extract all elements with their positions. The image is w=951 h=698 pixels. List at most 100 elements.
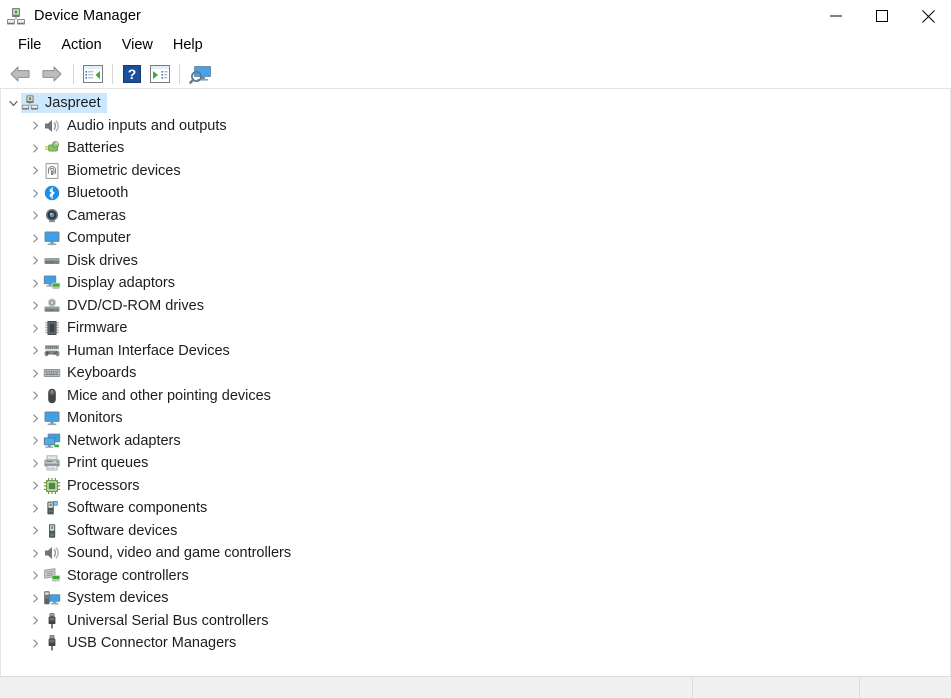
tree-row-label: Universal Serial Bus controllers bbox=[67, 612, 269, 629]
forward-arrow-icon[interactable] bbox=[36, 61, 68, 87]
storage-controller-icon bbox=[43, 567, 61, 585]
tree-row[interactable]: Audio inputs and outputs bbox=[1, 115, 950, 138]
menu-item-file[interactable]: File bbox=[8, 34, 51, 57]
tree-row[interactable]: Software devices bbox=[1, 520, 950, 543]
chevron-right-icon[interactable] bbox=[27, 385, 43, 407]
menu-item-help[interactable]: Help bbox=[163, 34, 213, 57]
device-manager-window: Device Manager File Action View Help ? J… bbox=[0, 0, 951, 698]
menu-item-action[interactable]: Action bbox=[51, 34, 111, 57]
chevron-right-icon[interactable] bbox=[27, 475, 43, 497]
tree-row-body[interactable]: Monitors bbox=[43, 408, 129, 428]
properties-icon[interactable] bbox=[146, 61, 174, 87]
chevron-right-icon[interactable] bbox=[27, 362, 43, 384]
tree-row[interactable]: Network adapters bbox=[1, 430, 950, 453]
tree-row-body[interactable]: Storage controllers bbox=[43, 566, 195, 586]
tree-row[interactable]: Software components bbox=[1, 497, 950, 520]
back-arrow-icon[interactable] bbox=[4, 61, 36, 87]
tree-row[interactable]: Batteries bbox=[1, 137, 950, 160]
menu-item-view[interactable]: View bbox=[112, 34, 163, 57]
chevron-right-icon[interactable] bbox=[27, 205, 43, 227]
tree-row[interactable]: Mice and other pointing devices bbox=[1, 385, 950, 408]
tree-root-body[interactable]: Jaspreet bbox=[21, 93, 107, 114]
tree-row[interactable]: Bluetooth bbox=[1, 182, 950, 205]
chevron-right-icon[interactable] bbox=[27, 632, 43, 654]
tree-row[interactable]: Display adaptors bbox=[1, 272, 950, 295]
chevron-right-icon[interactable] bbox=[27, 182, 43, 204]
tree-row-body[interactable]: Disk drives bbox=[43, 251, 144, 271]
chevron-right-icon[interactable] bbox=[27, 407, 43, 429]
tree-row[interactable]: Monitors bbox=[1, 407, 950, 430]
minimize-icon[interactable] bbox=[813, 0, 859, 32]
tree-row-body[interactable]: USB Connector Managers bbox=[43, 633, 242, 653]
tree-row[interactable]: Keyboards bbox=[1, 362, 950, 385]
tree-row[interactable]: Storage controllers bbox=[1, 565, 950, 588]
tree-row-body[interactable]: Biometric devices bbox=[43, 161, 187, 181]
chevron-right-icon[interactable] bbox=[27, 520, 43, 542]
tree-row[interactable]: Computer bbox=[1, 227, 950, 250]
tree-row[interactable]: Human Interface Devices bbox=[1, 340, 950, 363]
tree-row-body[interactable]: Firmware bbox=[43, 318, 133, 338]
tree-row-body[interactable]: Human Interface Devices bbox=[43, 341, 236, 361]
tree-row-body[interactable]: Computer bbox=[43, 228, 137, 248]
tree-row-body[interactable]: Keyboards bbox=[43, 363, 142, 383]
window-controls bbox=[813, 0, 951, 32]
chevron-right-icon[interactable] bbox=[27, 295, 43, 317]
tree-row-body[interactable]: Universal Serial Bus controllers bbox=[43, 611, 274, 631]
help-icon[interactable]: ? bbox=[118, 61, 146, 87]
tree-row-label: Keyboards bbox=[67, 365, 137, 382]
tree-row[interactable]: Processors bbox=[1, 475, 950, 498]
tree-children: Audio inputs and outputs Batteries Biometr… bbox=[1, 115, 950, 655]
printer-icon bbox=[43, 454, 61, 472]
tree-row-body[interactable]: Network adapters bbox=[43, 431, 187, 451]
tree-row-root[interactable]: Jaspreet bbox=[1, 92, 950, 115]
chevron-right-icon[interactable] bbox=[27, 272, 43, 294]
computer-root-icon bbox=[21, 94, 39, 112]
tree-row-body[interactable]: Batteries bbox=[43, 138, 130, 158]
chevron-right-icon[interactable] bbox=[27, 497, 43, 519]
chevron-right-icon[interactable] bbox=[27, 137, 43, 159]
tree-row[interactable]: USB Connector Managers bbox=[1, 632, 950, 655]
maximize-icon[interactable] bbox=[859, 0, 905, 32]
tree-row-body[interactable]: Print queues bbox=[43, 453, 154, 473]
tree-row-body[interactable]: Bluetooth bbox=[43, 183, 134, 203]
tree-row-label: Software devices bbox=[67, 522, 178, 539]
tree-row[interactable]: Firmware bbox=[1, 317, 950, 340]
chevron-right-icon[interactable] bbox=[27, 250, 43, 272]
tree-row-body[interactable]: Sound, video and game controllers bbox=[43, 543, 297, 563]
tree-row[interactable]: Sound, video and game controllers bbox=[1, 542, 950, 565]
chevron-right-icon[interactable] bbox=[27, 452, 43, 474]
tree-row-body[interactable]: Cameras bbox=[43, 206, 132, 226]
tree-row-body[interactable]: Mice and other pointing devices bbox=[43, 386, 277, 406]
tree-row-body[interactable]: Processors bbox=[43, 476, 146, 496]
tree-row[interactable]: DVD/CD-ROM drives bbox=[1, 295, 950, 318]
tree-row[interactable]: Universal Serial Bus controllers bbox=[1, 610, 950, 633]
show-hide-console-tree-icon[interactable] bbox=[79, 61, 107, 87]
chevron-right-icon[interactable] bbox=[27, 587, 43, 609]
chevron-right-icon[interactable] bbox=[27, 610, 43, 632]
tree-row-body[interactable]: Audio inputs and outputs bbox=[43, 116, 233, 136]
tree-row[interactable]: Biometric devices bbox=[1, 160, 950, 183]
scan-for-hardware-changes-icon[interactable] bbox=[185, 61, 217, 87]
tree-row-body[interactable]: System devices bbox=[43, 588, 175, 608]
tree-row-label: Audio inputs and outputs bbox=[67, 117, 227, 134]
tree-row-body[interactable]: Software components bbox=[43, 498, 213, 518]
chevron-right-icon[interactable] bbox=[27, 227, 43, 249]
fingerprint-icon bbox=[43, 162, 61, 180]
tree-row[interactable]: Print queues bbox=[1, 452, 950, 475]
chevron-right-icon[interactable] bbox=[27, 160, 43, 182]
tree-row-body[interactable]: DVD/CD-ROM drives bbox=[43, 296, 210, 316]
tree-row-body[interactable]: Software devices bbox=[43, 521, 183, 541]
tree-row[interactable]: Disk drives bbox=[1, 250, 950, 273]
chevron-right-icon[interactable] bbox=[27, 317, 43, 339]
chevron-right-icon[interactable] bbox=[27, 565, 43, 587]
tree-row[interactable]: Cameras bbox=[1, 205, 950, 228]
chevron-right-icon[interactable] bbox=[27, 430, 43, 452]
chevron-right-icon[interactable] bbox=[27, 542, 43, 564]
tree-row-body[interactable]: Display adaptors bbox=[43, 273, 181, 293]
chevron-right-icon[interactable] bbox=[27, 340, 43, 362]
chevron-down-icon[interactable] bbox=[5, 92, 21, 114]
device-tree[interactable]: Jaspreet Audio inputs and outputs Batteri… bbox=[0, 89, 951, 676]
close-icon[interactable] bbox=[905, 0, 951, 32]
tree-row[interactable]: System devices bbox=[1, 587, 950, 610]
chevron-right-icon[interactable] bbox=[27, 115, 43, 137]
